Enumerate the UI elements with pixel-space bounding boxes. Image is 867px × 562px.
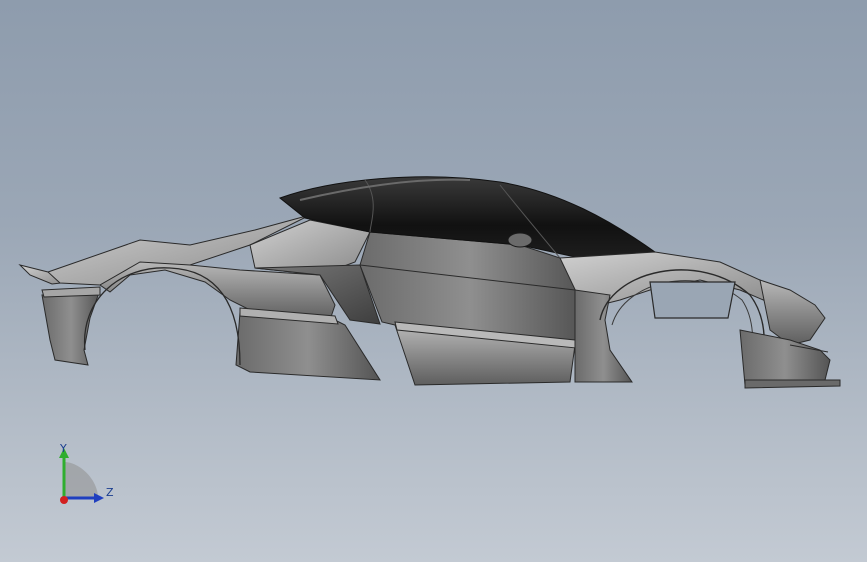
z-axis-label: Z (106, 486, 114, 499)
rear-fender-rear (41, 289, 101, 366)
graphics-viewport[interactable]: Y Z (0, 0, 867, 562)
triad-view-plane (64, 462, 98, 498)
coordinate-triad: Y Z (59, 442, 114, 504)
x-axis-dot (60, 496, 68, 504)
y-axis-label: Y (59, 442, 67, 455)
front-nose (759, 279, 826, 346)
rear-fender-rear-edge (41, 286, 101, 298)
front-fender-vent (649, 281, 736, 319)
z-axis-arrow (94, 493, 104, 503)
side-mirror (507, 232, 533, 248)
front-fender-rear (574, 289, 633, 383)
car-body-model[interactable] (0, 0, 867, 562)
rear-fender-front (235, 311, 381, 381)
front-splitter (744, 379, 841, 389)
